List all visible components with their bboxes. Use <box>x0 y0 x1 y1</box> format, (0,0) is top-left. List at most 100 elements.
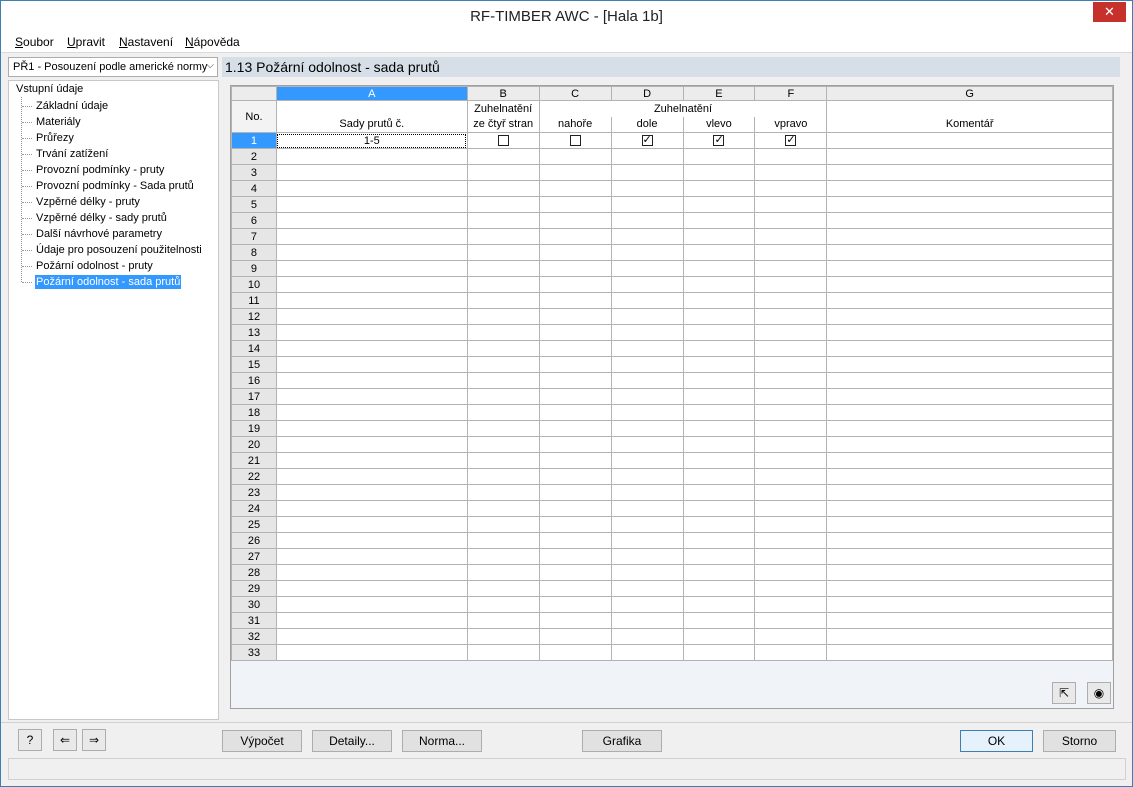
menu-soubor[interactable]: Soubor <box>15 35 54 49</box>
charring-right-cell[interactable] <box>754 244 828 261</box>
member-sets-cell[interactable]: 1-5 <box>275 132 468 149</box>
charring-right-cell[interactable] <box>754 452 828 469</box>
charring-left-cell[interactable] <box>682 420 756 437</box>
charring-top-cell[interactable] <box>538 484 612 501</box>
row-number[interactable]: 11 <box>231 292 277 309</box>
row-number[interactable]: 33 <box>231 644 277 661</box>
charring-left-cell[interactable] <box>682 500 756 517</box>
member-sets-cell[interactable] <box>275 644 468 661</box>
member-sets-cell[interactable] <box>275 148 468 165</box>
row-number[interactable]: 24 <box>231 500 277 517</box>
column-letter-b[interactable]: B <box>466 86 540 101</box>
comment-cell[interactable] <box>826 516 1113 533</box>
comment-cell[interactable] <box>826 596 1113 613</box>
charring-bottom-checkbox[interactable] <box>641 134 653 147</box>
charring-four-sides-cell[interactable] <box>466 292 540 309</box>
member-sets-cell[interactable] <box>275 180 468 197</box>
member-sets-cell[interactable] <box>275 164 468 181</box>
charring-bottom-cell[interactable] <box>610 388 684 405</box>
close-button[interactable]: ✕ <box>1093 2 1126 22</box>
charring-top-cell[interactable] <box>538 148 612 165</box>
charring-four-sides-cell[interactable] <box>466 532 540 549</box>
comment-cell[interactable] <box>826 564 1113 581</box>
tree-item[interactable]: Údaje pro posouzení použitelnosti <box>22 243 203 257</box>
charring-bottom-cell[interactable] <box>610 228 684 245</box>
comment-cell[interactable] <box>826 388 1113 405</box>
charring-top-cell[interactable] <box>538 244 612 261</box>
charring-right-cell[interactable] <box>754 516 828 533</box>
row-number[interactable]: 5 <box>231 196 277 213</box>
column-letter-d[interactable]: D <box>610 86 684 101</box>
charring-four-sides-cell[interactable] <box>466 404 540 421</box>
row-number[interactable]: 20 <box>231 436 277 453</box>
charring-right-cell[interactable] <box>754 612 828 629</box>
member-sets-cell[interactable] <box>275 244 468 261</box>
charring-four-sides-cell[interactable] <box>466 484 540 501</box>
row-number[interactable]: 23 <box>231 484 277 501</box>
charring-bottom-cell[interactable] <box>610 356 684 373</box>
member-sets-cell[interactable] <box>275 404 468 421</box>
import-button[interactable]: ⇐ <box>53 729 77 751</box>
charring-right-cell[interactable] <box>754 500 828 517</box>
member-sets-cell[interactable] <box>275 532 468 549</box>
member-sets-cell[interactable] <box>275 356 468 373</box>
charring-right-cell[interactable] <box>754 292 828 309</box>
charring-top-cell[interactable] <box>538 276 612 293</box>
charring-right-cell[interactable] <box>754 180 828 197</box>
charring-bottom-cell[interactable] <box>610 468 684 485</box>
column-letter-c[interactable]: C <box>538 86 612 101</box>
charring-four-sides-cell[interactable] <box>466 196 540 213</box>
charring-top-cell[interactable] <box>538 356 612 373</box>
charring-left-cell[interactable] <box>682 244 756 261</box>
comment-cell[interactable] <box>826 180 1113 197</box>
charring-left-cell[interactable] <box>682 644 756 661</box>
charring-left-cell[interactable] <box>682 452 756 469</box>
charring-four-sides-cell[interactable] <box>466 356 540 373</box>
charring-right-cell[interactable] <box>754 484 828 501</box>
charring-top-checkbox[interactable] <box>569 135 581 147</box>
charring-bottom-cell[interactable] <box>610 436 684 453</box>
charring-left-cell[interactable] <box>682 516 756 533</box>
charring-right-cell[interactable] <box>754 468 828 485</box>
charring-bottom-cell[interactable] <box>610 612 684 629</box>
charring-top-cell[interactable] <box>538 212 612 229</box>
comment-cell[interactable] <box>826 420 1113 437</box>
row-number[interactable]: 7 <box>231 228 277 245</box>
row-number[interactable]: 26 <box>231 532 277 549</box>
row-number[interactable]: 2 <box>231 148 277 165</box>
row-number[interactable]: 16 <box>231 372 277 389</box>
charring-left-cell[interactable] <box>682 436 756 453</box>
member-sets-cell[interactable] <box>275 628 468 645</box>
charring-left-cell[interactable] <box>682 596 756 613</box>
charring-bottom-cell[interactable] <box>610 276 684 293</box>
charring-top-cell[interactable] <box>538 516 612 533</box>
tree-item[interactable]: Provozní podmínky - Sada prutů <box>22 179 195 193</box>
charring-right-checkbox[interactable] <box>785 134 797 147</box>
comment-cell[interactable] <box>826 468 1113 485</box>
charring-left-cell[interactable] <box>682 404 756 421</box>
charring-bottom-cell[interactable] <box>610 516 684 533</box>
row-number[interactable]: 13 <box>231 324 277 341</box>
member-sets-cell[interactable] <box>275 596 468 613</box>
charring-top-cell[interactable] <box>538 596 612 613</box>
charring-left-cell[interactable] <box>682 308 756 325</box>
norm-button[interactable]: Norma... <box>402 730 482 752</box>
charring-right-cell[interactable] <box>754 644 828 661</box>
view-button[interactable]: ◉ <box>1087 682 1111 704</box>
charring-right-cell[interactable] <box>754 356 828 373</box>
charring-right-cell[interactable] <box>754 388 828 405</box>
charring-bottom-cell[interactable] <box>610 532 684 549</box>
charring-four-sides-cell[interactable] <box>466 372 540 389</box>
charring-right-cell[interactable] <box>754 404 828 421</box>
comment-cell[interactable] <box>826 484 1113 501</box>
row-number[interactable]: 8 <box>231 244 277 261</box>
charring-left-cell[interactable] <box>682 180 756 197</box>
comment-cell[interactable] <box>826 308 1113 325</box>
row-number[interactable]: 1 <box>231 132 277 149</box>
charring-bottom-cell[interactable] <box>610 644 684 661</box>
comment-cell[interactable] <box>826 260 1113 277</box>
charring-left-cell[interactable] <box>682 164 756 181</box>
charring-right-cell[interactable] <box>754 436 828 453</box>
comment-cell[interactable] <box>826 292 1113 309</box>
charring-left-cell[interactable] <box>682 260 756 277</box>
